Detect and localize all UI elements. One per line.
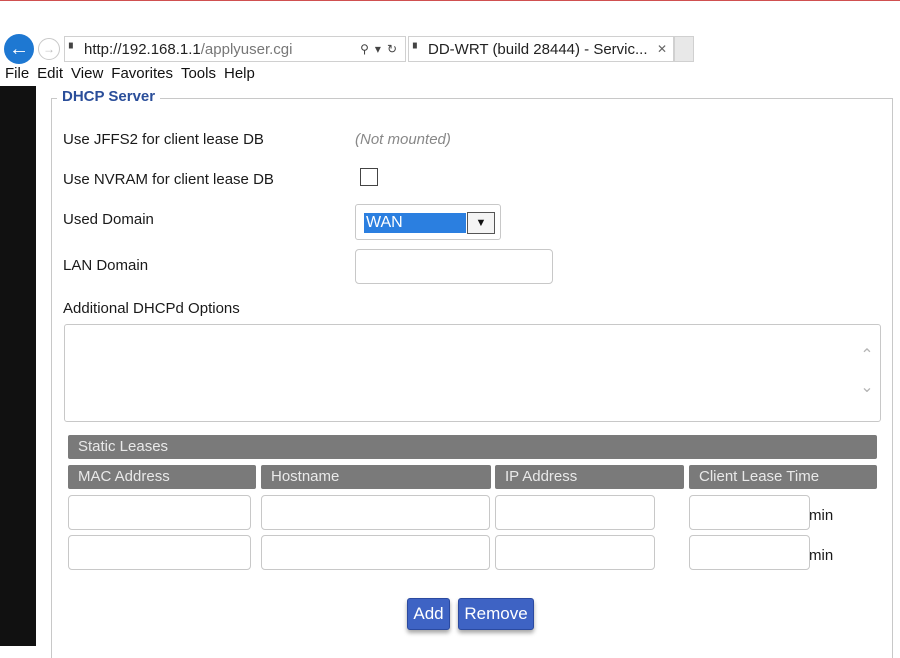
scroll-down-icon[interactable]: ⌄ bbox=[856, 377, 878, 397]
menu-file[interactable]: File bbox=[0, 65, 32, 85]
lan-domain-label: LAN Domain bbox=[63, 257, 149, 274]
lease-row-1-hostname-input[interactable] bbox=[261, 495, 490, 530]
back-arrow-icon[interactable]: ← bbox=[4, 34, 34, 64]
dropdown-chevron-icon[interactable]: ▾ bbox=[375, 42, 381, 56]
col-client-lease-time: Client Lease Time bbox=[689, 465, 877, 489]
address-url: http://192.168.1.1/applyuser.cgi bbox=[84, 40, 293, 58]
lease-row-1-mac-input[interactable] bbox=[68, 495, 251, 530]
remove-button[interactable]: Remove bbox=[458, 598, 534, 630]
left-dark-bar bbox=[0, 86, 36, 646]
address-bar[interactable]: ▘ http://192.168.1.1/applyuser.cgi ⚲ ▾ ↻ bbox=[64, 36, 406, 62]
tab-title: DD-WRT (build 28444) - Servic... bbox=[428, 40, 648, 58]
menu-view[interactable]: View bbox=[66, 65, 106, 85]
lease-row-1-ip-input[interactable] bbox=[495, 495, 655, 530]
menu-favorites[interactable]: Favorites bbox=[106, 65, 176, 85]
col-ip-address: IP Address bbox=[495, 465, 684, 489]
lease-row-2-unit: min bbox=[809, 547, 834, 564]
static-leases-header: Static Leases bbox=[68, 435, 877, 459]
used-domain-select[interactable]: WAN ▼ bbox=[355, 204, 501, 240]
forward-arrow-icon[interactable]: → bbox=[38, 38, 60, 60]
browser-chrome: ← → ▘ http://192.168.1.1/applyuser.cgi ⚲… bbox=[0, 0, 900, 86]
jffs2-status: (Not mounted) bbox=[355, 131, 451, 148]
site-favicon-icon: ▘ bbox=[69, 43, 77, 55]
lan-domain-input[interactable] bbox=[355, 249, 553, 284]
menu-help[interactable]: Help bbox=[219, 65, 258, 85]
used-domain-selected: WAN bbox=[364, 213, 466, 233]
lease-row-2-ip-input[interactable] bbox=[495, 535, 655, 570]
new-tab-button[interactable] bbox=[674, 36, 694, 62]
tab-favicon-icon: ▘ bbox=[413, 43, 421, 55]
lease-row-1-unit: min bbox=[809, 507, 834, 524]
col-hostname: Hostname bbox=[261, 465, 491, 489]
dhcpd-options-label: Additional DHCPd Options bbox=[63, 300, 240, 317]
nvram-label: Use NVRAM for client lease DB bbox=[63, 171, 274, 188]
page-content: DHCP Server Use JFFS2 for client lease D… bbox=[36, 86, 900, 658]
nvram-checkbox[interactable] bbox=[360, 168, 378, 186]
refresh-icon[interactable]: ↻ bbox=[387, 42, 397, 56]
chevron-down-icon[interactable]: ▼ bbox=[467, 212, 495, 234]
lease-row-2-hostname-input[interactable] bbox=[261, 535, 490, 570]
used-domain-label: Used Domain bbox=[63, 211, 154, 228]
lease-row-1-time-input[interactable] bbox=[689, 495, 810, 530]
close-tab-icon[interactable]: ✕ bbox=[655, 42, 669, 56]
scroll-up-icon[interactable]: ⌃ bbox=[856, 345, 878, 365]
menu-edit[interactable]: Edit bbox=[32, 65, 66, 85]
lease-row-2-mac-input[interactable] bbox=[68, 535, 251, 570]
jffs2-label: Use JFFS2 for client lease DB bbox=[63, 131, 264, 148]
menu-tools[interactable]: Tools bbox=[176, 65, 219, 85]
add-button[interactable]: Add bbox=[407, 598, 450, 630]
browser-tab[interactable]: ▘ DD-WRT (build 28444) - Servic... ✕ bbox=[408, 36, 674, 62]
menu-bar: File Edit View Favorites Tools Help bbox=[0, 65, 258, 85]
lease-row-2-time-input[interactable] bbox=[689, 535, 810, 570]
dhcpd-options-textarea[interactable]: ⌃ ⌄ bbox=[64, 324, 881, 422]
section-title: DHCP Server bbox=[57, 88, 161, 105]
col-mac-address: MAC Address bbox=[68, 465, 256, 489]
search-icon[interactable]: ⚲ bbox=[360, 42, 369, 56]
